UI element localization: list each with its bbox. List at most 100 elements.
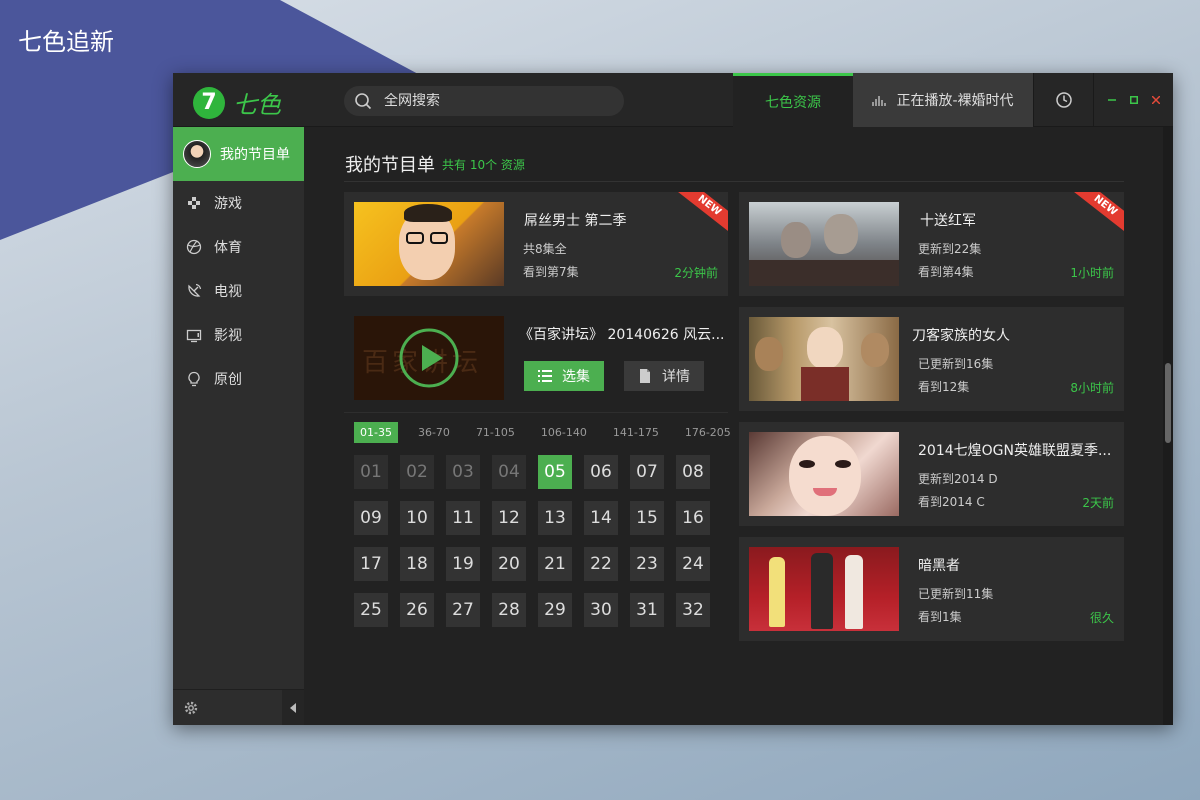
- featured-thumbnail[interactable]: 百家讲坛: [354, 316, 504, 400]
- episode-button[interactable]: 22: [584, 547, 618, 581]
- episode-button[interactable]: 23: [630, 547, 664, 581]
- tab-now-playing-label: 正在播放-裸婚时代: [896, 93, 1014, 109]
- program-card[interactable]: 屌丝男士 第二季 共8集全 看到第7集 2分钟前 NEW: [344, 192, 728, 296]
- episode-button[interactable]: 28: [492, 593, 526, 627]
- program-card[interactable]: 十送红军 更新到22集 看到第4集 1小时前 NEW: [739, 192, 1124, 296]
- search-box[interactable]: [344, 86, 624, 116]
- episode-button[interactable]: 01: [354, 455, 388, 489]
- sidebar-item-label: 电视: [214, 284, 242, 300]
- close-icon[interactable]: [1151, 96, 1160, 104]
- episode-button[interactable]: 16: [676, 501, 710, 535]
- sidebar-item-tv[interactable]: 电视: [173, 269, 304, 313]
- sidebar-item-games[interactable]: 游戏: [173, 181, 304, 225]
- chevron-left-icon: [290, 703, 296, 713]
- episode-button[interactable]: 02: [400, 455, 434, 489]
- episode-button[interactable]: 17: [354, 547, 388, 581]
- episode-button[interactable]: 06: [584, 455, 618, 489]
- episode-button[interactable]: 15: [630, 501, 664, 535]
- sidebar: 我的节目单 游戏 体育 电视 影视 原创: [173, 127, 304, 725]
- episode-button[interactable]: 12: [492, 501, 526, 535]
- episode-button[interactable]: 03: [446, 455, 480, 489]
- app-window: 7 七色 七色资源 正在播放-裸婚时代: [173, 73, 1173, 725]
- tab-resources[interactable]: 七色资源: [733, 73, 853, 127]
- search-icon: [355, 93, 372, 110]
- episode-range-tab[interactable]: 141-175: [607, 422, 665, 443]
- header: 7 七色 七色资源 正在播放-裸婚时代: [173, 73, 1173, 127]
- episode-range-tab[interactable]: 71-105: [470, 422, 521, 443]
- episode-button[interactable]: 25: [354, 593, 388, 627]
- sidebar-item-sports[interactable]: 体育: [173, 225, 304, 269]
- program-thumbnail: [749, 547, 899, 631]
- episode-range-tab[interactable]: 01-35: [354, 422, 398, 443]
- episode-button[interactable]: 30: [584, 593, 618, 627]
- episode-button[interactable]: 32: [676, 593, 710, 627]
- play-icon[interactable]: [398, 327, 460, 389]
- program-status: 共8集全: [523, 242, 567, 256]
- episode-button[interactable]: 21: [538, 547, 572, 581]
- program-progress: 看到第4集: [918, 265, 974, 279]
- episode-button[interactable]: 19: [446, 547, 480, 581]
- episode-button[interactable]: 14: [584, 501, 618, 535]
- episode-button[interactable]: 07: [630, 455, 664, 489]
- search-input[interactable]: [384, 93, 604, 109]
- episode-range-tab[interactable]: 176-205: [679, 422, 737, 443]
- program-card[interactable]: 刀客家族的女人 已更新到16集 看到12集 8小时前: [739, 307, 1124, 411]
- program-status: 已更新到11集: [918, 587, 994, 601]
- episode-button[interactable]: 26: [400, 593, 434, 627]
- sidebar-footer: [173, 689, 304, 725]
- scrollbar[interactable]: [1163, 127, 1173, 725]
- sidebar-item-my-playlist[interactable]: 我的节目单: [173, 127, 304, 181]
- program-updated-time: 2天前: [1082, 496, 1114, 510]
- episode-button[interactable]: 11: [446, 501, 480, 535]
- maximize-icon[interactable]: [1129, 96, 1138, 104]
- satellite-icon: [188, 283, 202, 297]
- tab-resources-label: 七色资源: [765, 94, 821, 111]
- tab-now-playing[interactable]: 正在播放-裸婚时代: [853, 73, 1033, 127]
- episode-button[interactable]: 24: [676, 547, 710, 581]
- episode-range-tab[interactable]: 36-70: [412, 422, 456, 443]
- episode-button[interactable]: 20: [492, 547, 526, 581]
- select-episode-button[interactable]: 选集: [524, 361, 604, 391]
- program-card[interactable]: 2014七煌OGN英雄联盟夏季... 更新到2014 D 看到2014 C 2天…: [739, 422, 1124, 526]
- window-controls: [1093, 73, 1173, 127]
- gear-icon[interactable]: [182, 699, 200, 717]
- episode-button[interactable]: 05: [538, 455, 572, 489]
- episode-button[interactable]: 18: [400, 547, 434, 581]
- app-logo[interactable]: 7 七色: [193, 85, 281, 120]
- program-updated-time: 8小时前: [1070, 381, 1114, 395]
- episode-button[interactable]: 08: [676, 455, 710, 489]
- program-progress: 看到1集: [918, 610, 962, 624]
- program-thumbnail: [354, 202, 504, 286]
- collapse-sidebar-button[interactable]: [282, 690, 304, 725]
- logo-text: 七色: [233, 91, 281, 119]
- clock-icon: [1055, 92, 1072, 108]
- history-button[interactable]: [1033, 73, 1093, 127]
- episode-range-tab[interactable]: 106-140: [535, 422, 593, 443]
- avatar: [183, 140, 211, 168]
- episode-button[interactable]: 31: [630, 593, 664, 627]
- scrollbar-thumb[interactable]: [1165, 363, 1171, 443]
- page-title: 我的节目单: [345, 155, 435, 176]
- program-card[interactable]: 暗黑者 已更新到11集 看到1集 很久: [739, 537, 1124, 641]
- lightbulb-icon: [188, 371, 200, 387]
- episode-button[interactable]: 09: [354, 501, 388, 535]
- resource-count: 共有 10个 资源: [442, 158, 525, 172]
- details-button[interactable]: 详情: [624, 361, 704, 391]
- divider: [344, 412, 728, 413]
- sidebar-item-label: 我的节目单: [220, 147, 290, 163]
- select-episode-label: 选集: [562, 369, 590, 385]
- equalizer-icon: [872, 96, 887, 106]
- main-content: 我的节目单 共有 10个 资源 屌丝男士 第二季 共8集全 看到第7集 2分钟前…: [304, 127, 1173, 725]
- episode-button[interactable]: 10: [400, 501, 434, 535]
- list-icon: [538, 370, 552, 382]
- minimize-icon[interactable]: [1107, 96, 1116, 104]
- episode-button[interactable]: 13: [538, 501, 572, 535]
- episode-button[interactable]: 27: [446, 593, 480, 627]
- new-badge: NEW: [1072, 192, 1124, 234]
- episode-button[interactable]: 04: [492, 455, 526, 489]
- sidebar-item-original[interactable]: 原创: [173, 357, 304, 401]
- sidebar-item-movies[interactable]: 影视: [173, 313, 304, 357]
- episode-button[interactable]: 29: [538, 593, 572, 627]
- sidebar-item-label: 原创: [214, 372, 242, 388]
- program-progress: 看到第7集: [523, 265, 579, 279]
